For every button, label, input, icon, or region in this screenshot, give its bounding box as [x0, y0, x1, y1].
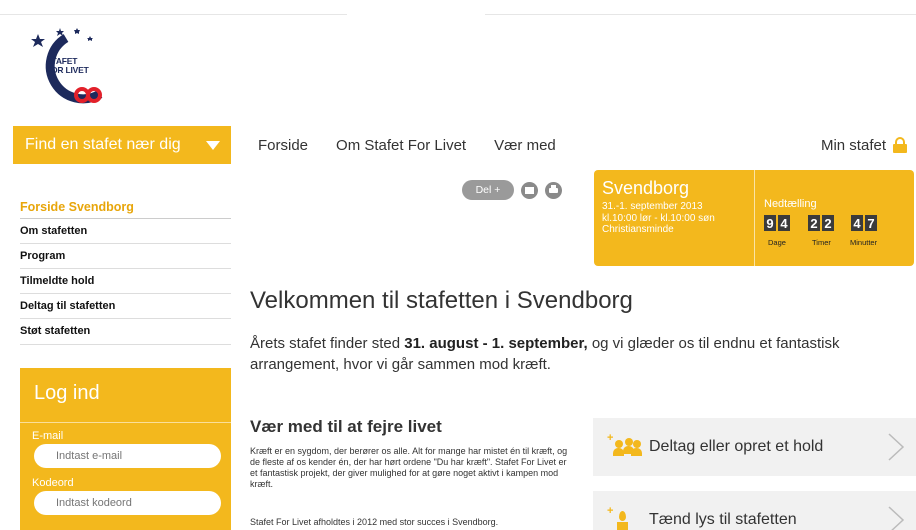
- caret-down-icon: [206, 141, 220, 150]
- email-field[interactable]: [34, 444, 221, 468]
- intro-text: Årets stafet finder sted 31. august - 1.…: [250, 333, 910, 375]
- countdown-digit: 4: [851, 215, 863, 231]
- event-info-box: Svendborg 31.-1. september 2013 kl.10:00…: [594, 170, 914, 266]
- sidebar-item-forside-svendborg[interactable]: Forside Svendborg: [20, 194, 231, 219]
- cta-join-label: Deltag eller opret et hold: [649, 438, 824, 455]
- min-stafet-link[interactable]: Min stafet: [821, 126, 908, 164]
- section-heading: Vær med til at fejre livet: [250, 417, 442, 436]
- countdown-label: Nedtælling: [764, 198, 817, 210]
- logo-text: STAFET FOR LIVET: [46, 57, 89, 75]
- cta-light-candle[interactable]: + Tænd lys til stafetten: [593, 491, 916, 530]
- minutes-label: Minutter: [850, 238, 878, 247]
- nav-forside[interactable]: Forside: [258, 137, 308, 154]
- logo-line2: FOR LIVET: [46, 65, 89, 75]
- lock-icon: [892, 137, 908, 153]
- days-label: Dage: [768, 238, 786, 247]
- find-stafet-label: Find en stafet nær dig: [25, 136, 181, 153]
- countdown-minutes: 4 7: [851, 215, 877, 231]
- chevron-right-icon: [888, 506, 905, 530]
- event-place: Christiansminde: [602, 224, 674, 235]
- cta-join-team[interactable]: + Deltag eller opret et hold: [593, 418, 916, 476]
- intro-dates: 31. august - 1. september,: [404, 335, 588, 352]
- logo[interactable]: STAFET FOR LIVET: [30, 24, 126, 108]
- body-paragraph: Kræft er en sygdom, der berører os alle.…: [250, 446, 568, 489]
- sidebar-item-deltag[interactable]: Deltag til stafetten: [20, 294, 231, 319]
- login-title: Log ind: [34, 382, 100, 404]
- event-divider: [754, 170, 755, 266]
- event-details: 31.-1. september 2013 kl.10:00 lør - kl.…: [602, 201, 715, 236]
- top-divider-gap: [347, 10, 485, 18]
- countdown-days: 9 4: [764, 215, 790, 231]
- countdown-digit: 2: [808, 215, 820, 231]
- countdown-digit: 4: [778, 215, 790, 231]
- sidebar-item-stot[interactable]: Støt stafetten: [20, 319, 231, 345]
- sidebar-item-program[interactable]: Program: [20, 244, 231, 269]
- main-nav: Forside Om Stafet For Livet Vær med: [258, 126, 584, 164]
- chevron-right-icon: [888, 433, 905, 461]
- countdown-digit: 7: [865, 215, 877, 231]
- password-label: Kodeord: [32, 477, 74, 489]
- people-icon: +: [607, 432, 643, 462]
- email-share-icon[interactable]: [521, 181, 538, 199]
- find-stafet-button[interactable]: Find en stafet nær dig: [13, 126, 231, 164]
- countdown-hours: 2 2: [808, 215, 834, 231]
- sidebar-item-tilmeldte-hold[interactable]: Tilmeldte hold: [20, 269, 231, 294]
- share-bar: Del +: [462, 180, 562, 200]
- nav-om-stafet[interactable]: Om Stafet For Livet: [336, 137, 466, 154]
- intro-pre: Årets stafet finder sted: [250, 335, 405, 352]
- body-paragraph-2: Stafet For Livet afholdtes i 2012 med st…: [250, 517, 499, 527]
- print-icon[interactable]: [545, 181, 562, 199]
- hours-label: Timer: [812, 238, 831, 247]
- countdown-digit: 9: [764, 215, 776, 231]
- event-times: kl.10:00 lør - kl.10:00 søn: [602, 212, 715, 224]
- min-stafet-label: Min stafet: [820, 136, 886, 154]
- password-field[interactable]: [34, 491, 221, 515]
- login-panel: Log ind E-mail Kodeord: [20, 368, 231, 530]
- page-title: Velkommen til stafetten i Svendborg: [250, 287, 633, 314]
- share-button[interactable]: Del +: [462, 180, 514, 200]
- event-city: Svendborg: [602, 178, 690, 198]
- sidebar-item-om-stafetten[interactable]: Om stafetten: [20, 219, 231, 244]
- nav-vaer-med[interactable]: Vær med: [494, 137, 556, 154]
- sidebar-nav: Forside Svendborg Om stafetten Program T…: [20, 194, 231, 345]
- event-dates: 31.-1. september 2013: [602, 201, 703, 212]
- countdown-digit: 2: [822, 215, 834, 231]
- email-label: E-mail: [32, 430, 64, 442]
- candle-icon: +: [607, 505, 643, 530]
- cta-candle-label: Tænd lys til stafetten: [649, 511, 797, 528]
